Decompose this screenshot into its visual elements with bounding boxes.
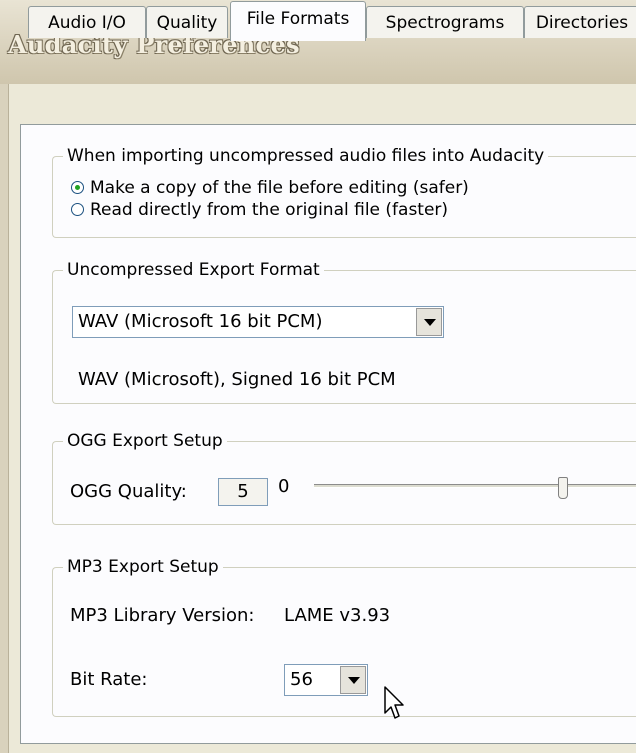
bit-rate-select[interactable]: 56 [284, 664, 368, 696]
tab-spectrograms[interactable]: Spectrograms [366, 6, 524, 38]
tab-label: Directories [535, 13, 629, 33]
ogg-group-title: OGG Export Setup [63, 430, 227, 452]
ogg-quality-value: 5 [218, 478, 268, 506]
tab-directories[interactable]: Directories [524, 6, 636, 38]
export-format-value: WAV (Microsoft 16 bit PCM) [78, 311, 323, 332]
mp3-library-value: LAME v3.93 [284, 605, 391, 626]
export-format-description: WAV (Microsoft), Signed 16 bit PCM [78, 369, 396, 390]
tab-quality[interactable]: Quality [146, 6, 228, 38]
tab-label: Quality [156, 13, 218, 33]
ogg-quality-slider-thumb[interactable] [558, 477, 568, 499]
window-left-edge [0, 84, 9, 753]
mouse-pointer-icon [384, 686, 404, 719]
copy-file-radio[interactable] [71, 181, 84, 194]
mp3-group-title: MP3 Export Setup [63, 556, 223, 578]
import-group-title: When importing uncompressed audio files … [63, 145, 549, 167]
export-format-group-title: Uncompressed Export Format [63, 259, 324, 281]
chevron-down-icon[interactable] [416, 308, 442, 336]
tab-label: File Formats [246, 9, 350, 29]
tab-label: Audio I/O [48, 13, 126, 33]
ogg-quality-slider-track[interactable] [314, 484, 636, 488]
tab-file-formats[interactable]: File Formats [230, 1, 366, 41]
chevron-down-icon[interactable] [340, 666, 366, 694]
read-directly-radio[interactable] [71, 203, 84, 216]
bit-rate-label: Bit Rate: [70, 669, 148, 690]
bit-rate-value: 56 [290, 669, 313, 690]
tab-audio-io[interactable]: Audio I/O [28, 6, 146, 38]
export-format-select[interactable]: WAV (Microsoft 16 bit PCM) [72, 306, 444, 338]
ogg-quality-min-label: 0 [278, 476, 290, 497]
mp3-library-label: MP3 Library Version: [70, 605, 255, 626]
copy-file-label: Make a copy of the file before editing (… [90, 178, 469, 198]
ogg-quality-label: OGG Quality: [70, 481, 187, 502]
tab-label: Spectrograms [385, 13, 505, 33]
read-directly-label: Read directly from the original file (fa… [90, 200, 449, 220]
